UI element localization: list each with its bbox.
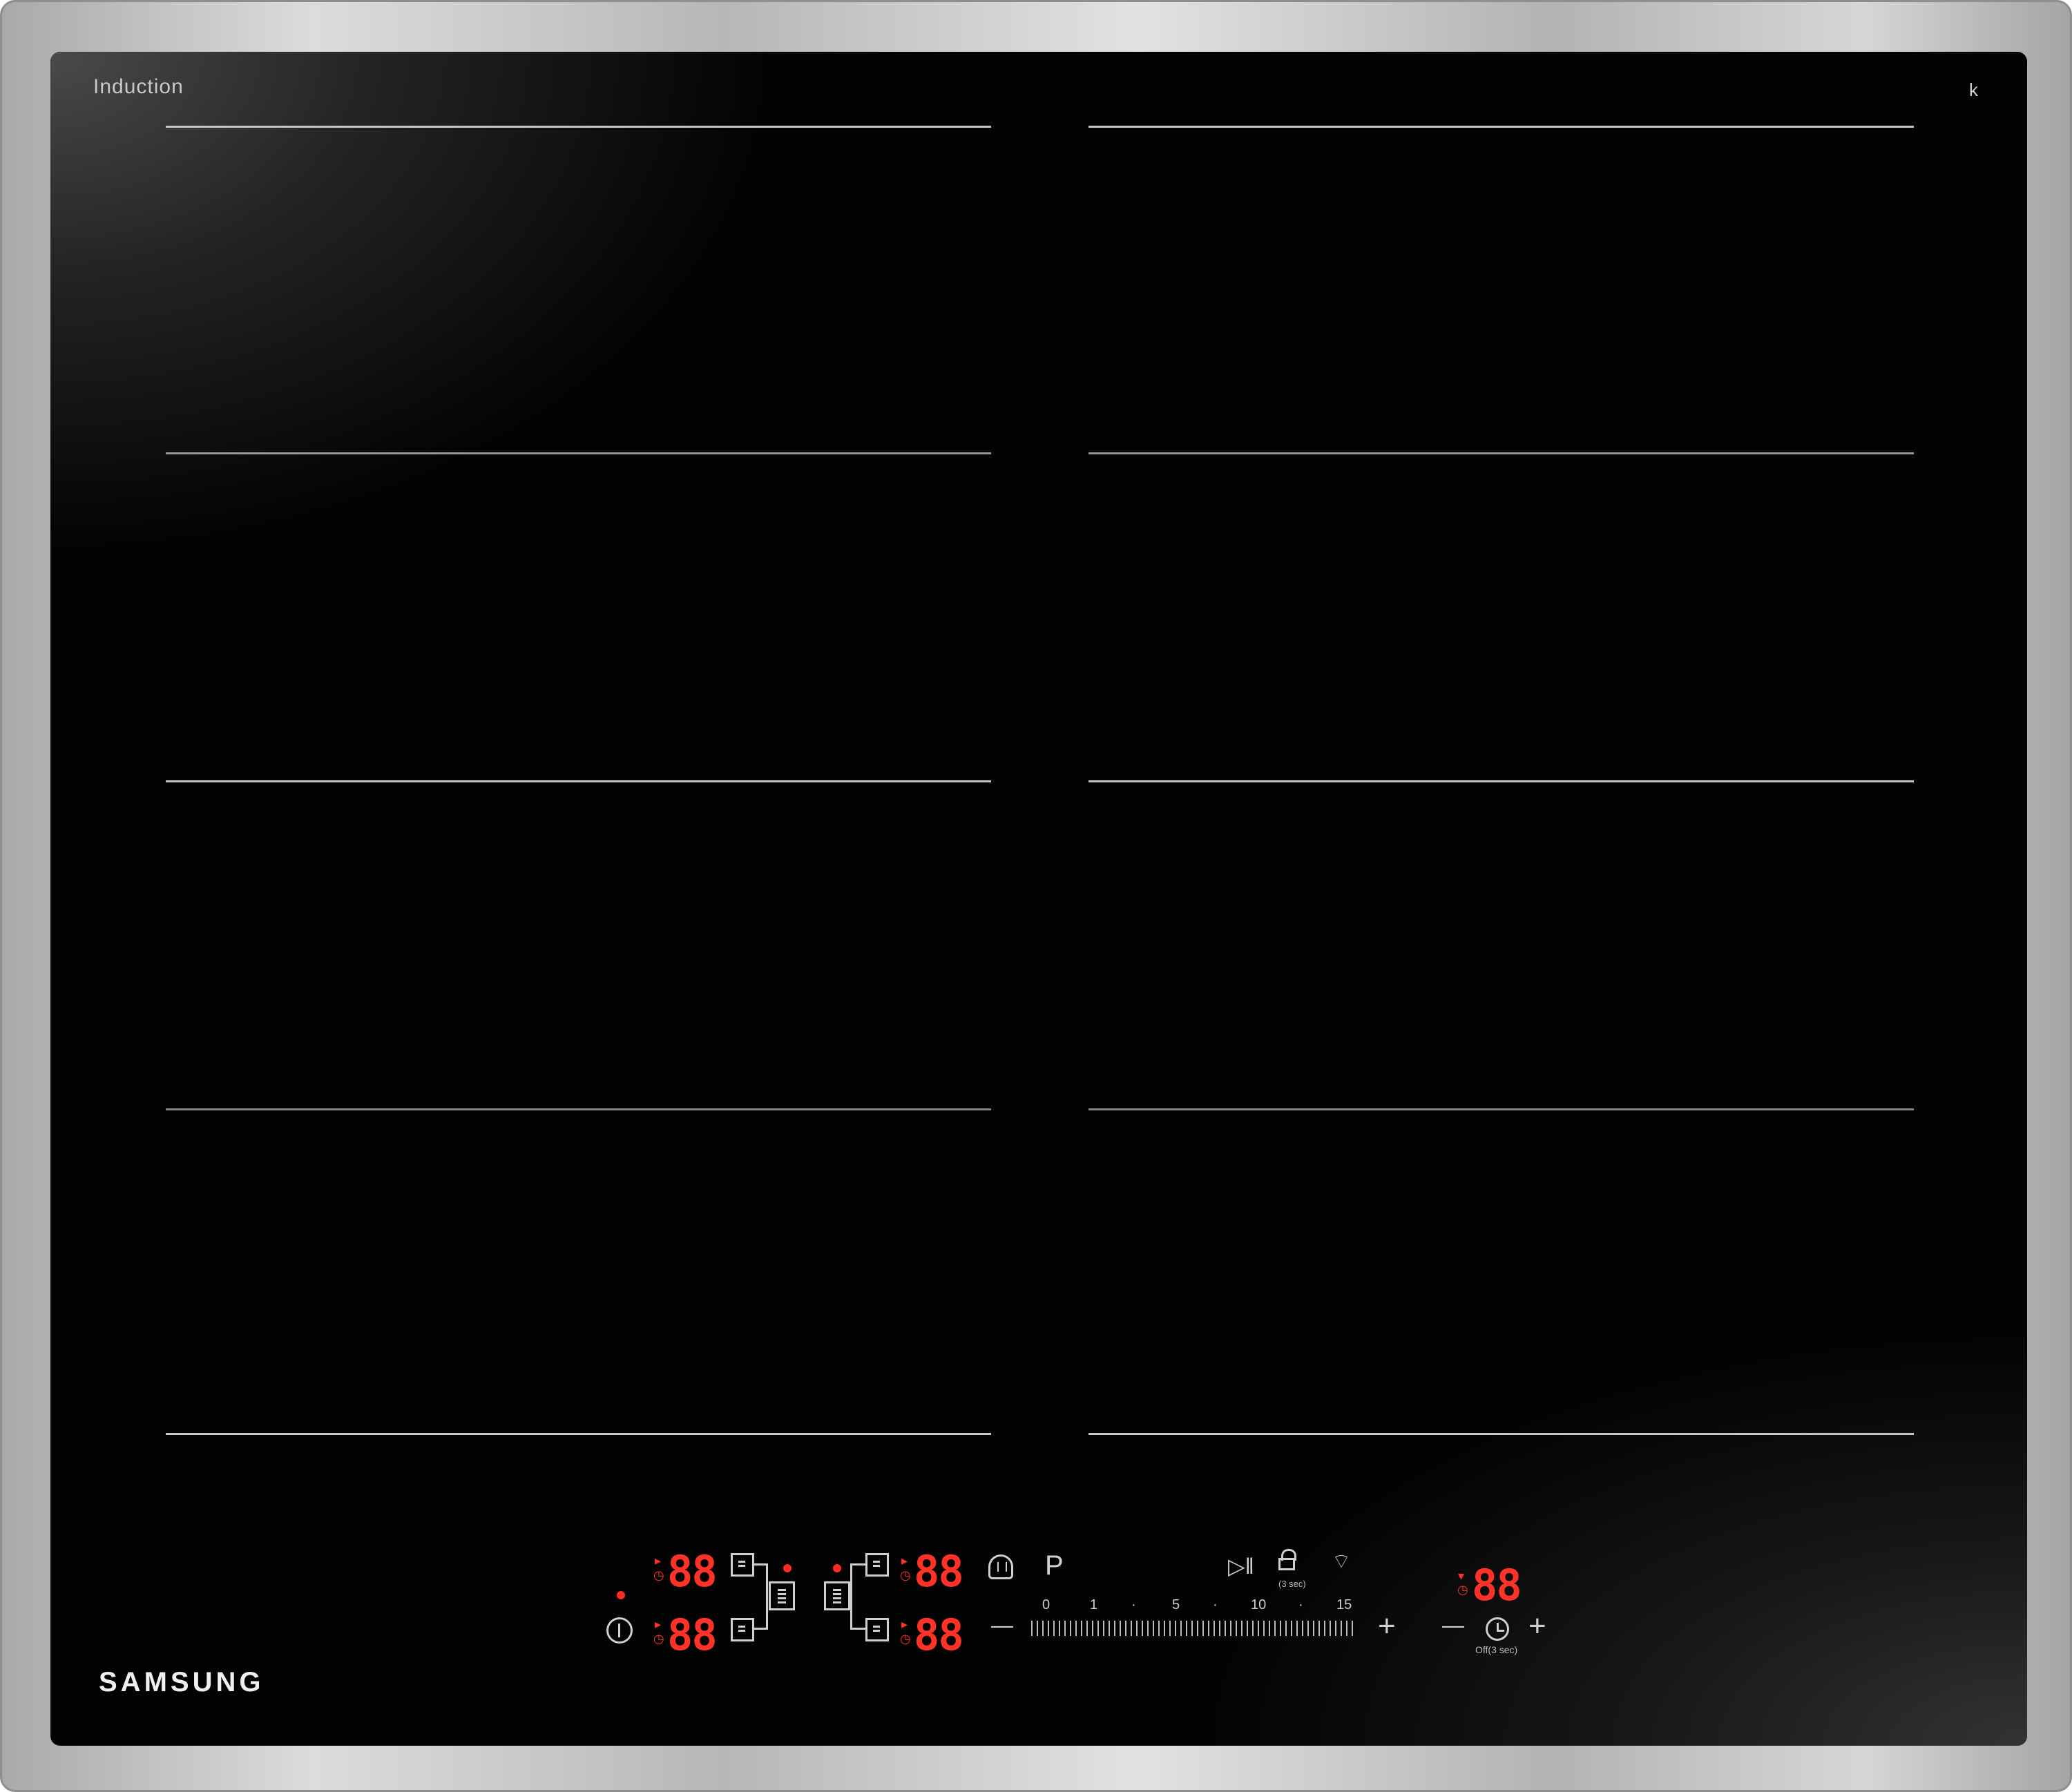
zone-line-right-2 [1088,452,1914,454]
pause-play-button[interactable]: ▷‖ [1228,1555,1254,1577]
timer-plus-button[interactable]: + [1528,1611,1546,1641]
keep-warm-icon [997,1562,1007,1572]
cooktop-frame: Induction k SAMSUNG ▸ ◷ 88 ▸ ◷ 88 ▸ ◷ 88… [0,0,2072,1792]
zone-line-left-1 [166,126,991,128]
zone-select-bottom-left-button[interactable] [731,1618,754,1641]
clock-icon [1497,1623,1504,1632]
timer-indicator-icon: ▾ [1458,1569,1465,1583]
samsung-logo: SAMSUNG [99,1667,265,1697]
child-lock-button[interactable] [1274,1549,1302,1579]
power-minus-button[interactable]: — [991,1614,1013,1636]
scale-label-5: 5 [1172,1597,1180,1612]
wifi-icon: ⌔ [1332,1550,1352,1573]
timer-display: 88 [1472,1560,1522,1610]
zone-display-top-left: 88 [667,1546,718,1597]
bridge-connector-left [754,1563,768,1630]
zone-display-bottom-left: 88 [667,1610,718,1660]
zone-line-right-3 [1088,780,1914,782]
zone-select-top-right-button[interactable] [865,1553,889,1577]
lock-caption: (3 sec) [1278,1579,1306,1589]
keep-warm-button[interactable] [988,1554,1013,1579]
power-slider[interactable] [1031,1621,1356,1636]
zone-line-left-3 [166,780,991,782]
scale-dot-1: · [1131,1597,1136,1612]
zone-active-icon: ▸ [901,1617,908,1631]
timer-button[interactable] [1486,1617,1509,1641]
zone-display-top-right: 88 [914,1546,964,1597]
scale-dot-2: · [1213,1597,1218,1612]
zone-timer-icon: ◷ [653,1632,664,1646]
zone-select-top-left-button[interactable] [731,1553,754,1577]
induction-label: Induction [93,75,184,98]
zone-display-bottom-right: 88 [914,1610,964,1660]
timer-clock-indicator-icon: ◷ [1457,1583,1468,1597]
zone-line-right-5 [1088,1433,1914,1435]
zone-active-icon: ▸ [655,1617,662,1631]
zone-timer-icon: ◷ [900,1632,911,1646]
power-indicator-dot [617,1591,625,1599]
lock-body [1278,1558,1295,1570]
power-button[interactable] [606,1617,633,1644]
scale-label-15: 15 [1336,1597,1352,1612]
scale-label-1: 1 [1090,1597,1098,1612]
bridge-connector-right [850,1563,865,1630]
timer-minus-button[interactable]: — [1442,1614,1464,1636]
zone-timer-icon: ◷ [900,1568,911,1582]
zone-line-left-4 [166,1108,991,1110]
program-button[interactable]: P [1045,1552,1064,1579]
scale-dot-3: · [1298,1597,1303,1612]
scale-label-0: 0 [1042,1597,1051,1612]
zone-line-right-4 [1088,1108,1914,1110]
wifi-button[interactable]: ⌔ [1332,1552,1351,1572]
power-icon [618,1624,620,1637]
bridge-left-button[interactable] [769,1581,795,1610]
bridge-left-indicator-dot [783,1564,792,1572]
corner-mark-icon: k [1969,79,1978,100]
scale-label-10: 10 [1251,1597,1267,1612]
zone-active-icon: ▸ [655,1554,662,1568]
bridge-right-button[interactable] [824,1581,850,1610]
glass-panel: Induction k SAMSUNG ▸ ◷ 88 ▸ ◷ 88 ▸ ◷ 88… [50,52,2027,1746]
zone-line-right-1 [1088,126,1914,128]
zone-line-left-5 [166,1433,991,1435]
zone-select-bottom-right-button[interactable] [865,1618,889,1641]
timer-caption: Off(3 sec) [1475,1644,1518,1655]
bridge-right-indicator-dot [833,1564,841,1572]
zone-line-left-2 [166,452,991,454]
zone-active-icon: ▸ [901,1554,908,1568]
zone-timer-icon: ◷ [653,1568,664,1582]
power-plus-button[interactable]: + [1378,1611,1396,1641]
